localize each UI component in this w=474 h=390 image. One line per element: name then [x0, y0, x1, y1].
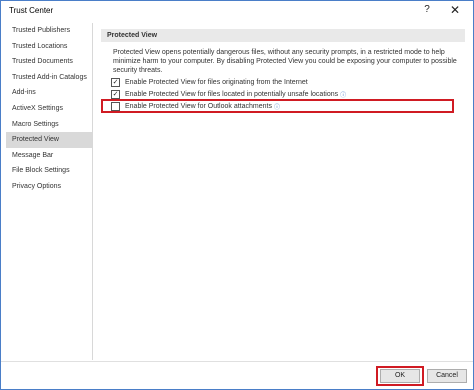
- cancel-button[interactable]: Cancel: [427, 369, 467, 383]
- option-label: Enable Protected View for files located …: [125, 91, 339, 98]
- sidebar-item-macro-settings[interactable]: Macro Settings: [6, 117, 92, 133]
- checkbox-internet-files[interactable]: ✓: [111, 78, 120, 87]
- option-label: Enable Protected View for files originat…: [125, 79, 308, 86]
- sidebar-item-privacy-options[interactable]: Privacy Options: [6, 179, 92, 195]
- checkmark-icon: ✓: [112, 79, 119, 86]
- sidebar-item-trusted-publishers[interactable]: Trusted Publishers: [6, 23, 92, 39]
- sidebar-item-file-block-settings[interactable]: File Block Settings: [6, 163, 92, 179]
- help-button[interactable]: ?: [419, 3, 435, 17]
- option-internet-files[interactable]: ✓ Enable Protected View for files origin…: [111, 77, 308, 88]
- protected-view-panel: Protected View Protected View opens pote…: [101, 25, 465, 358]
- info-icon[interactable]: ⓘ: [340, 90, 346, 99]
- footer-divider: [1, 361, 473, 362]
- title-bar: Trust Center ? ✕: [1, 1, 473, 21]
- section-description: Protected View opens potentially dangero…: [113, 49, 457, 74]
- sidebar-item-message-bar[interactable]: Message Bar: [6, 148, 92, 164]
- checkmark-icon: ✓: [112, 91, 119, 98]
- sidebar-item-protected-view[interactable]: Protected View: [6, 132, 92, 148]
- ok-button[interactable]: OK: [380, 369, 420, 383]
- window-title: Trust Center: [9, 6, 54, 15]
- section-title: Protected View: [101, 29, 465, 42]
- sidebar-item-activex-settings[interactable]: ActiveX Settings: [6, 101, 92, 117]
- sidebar-item-trusted-documents[interactable]: Trusted Documents: [6, 54, 92, 70]
- sidebar: Trusted Publishers Trusted Locations Tru…: [6, 23, 93, 360]
- sidebar-item-add-ins[interactable]: Add-ins: [6, 85, 92, 101]
- highlight-box: [101, 99, 454, 113]
- sidebar-item-trusted-add-in-catalogs[interactable]: Trusted Add-in Catalogs: [6, 70, 92, 86]
- trust-center-dialog: Trust Center ? ✕ Trusted Publishers Trus…: [0, 0, 474, 390]
- checkbox-unsafe-locations[interactable]: ✓: [111, 90, 120, 99]
- sidebar-item-trusted-locations[interactable]: Trusted Locations: [6, 39, 92, 55]
- close-button[interactable]: ✕: [447, 3, 463, 17]
